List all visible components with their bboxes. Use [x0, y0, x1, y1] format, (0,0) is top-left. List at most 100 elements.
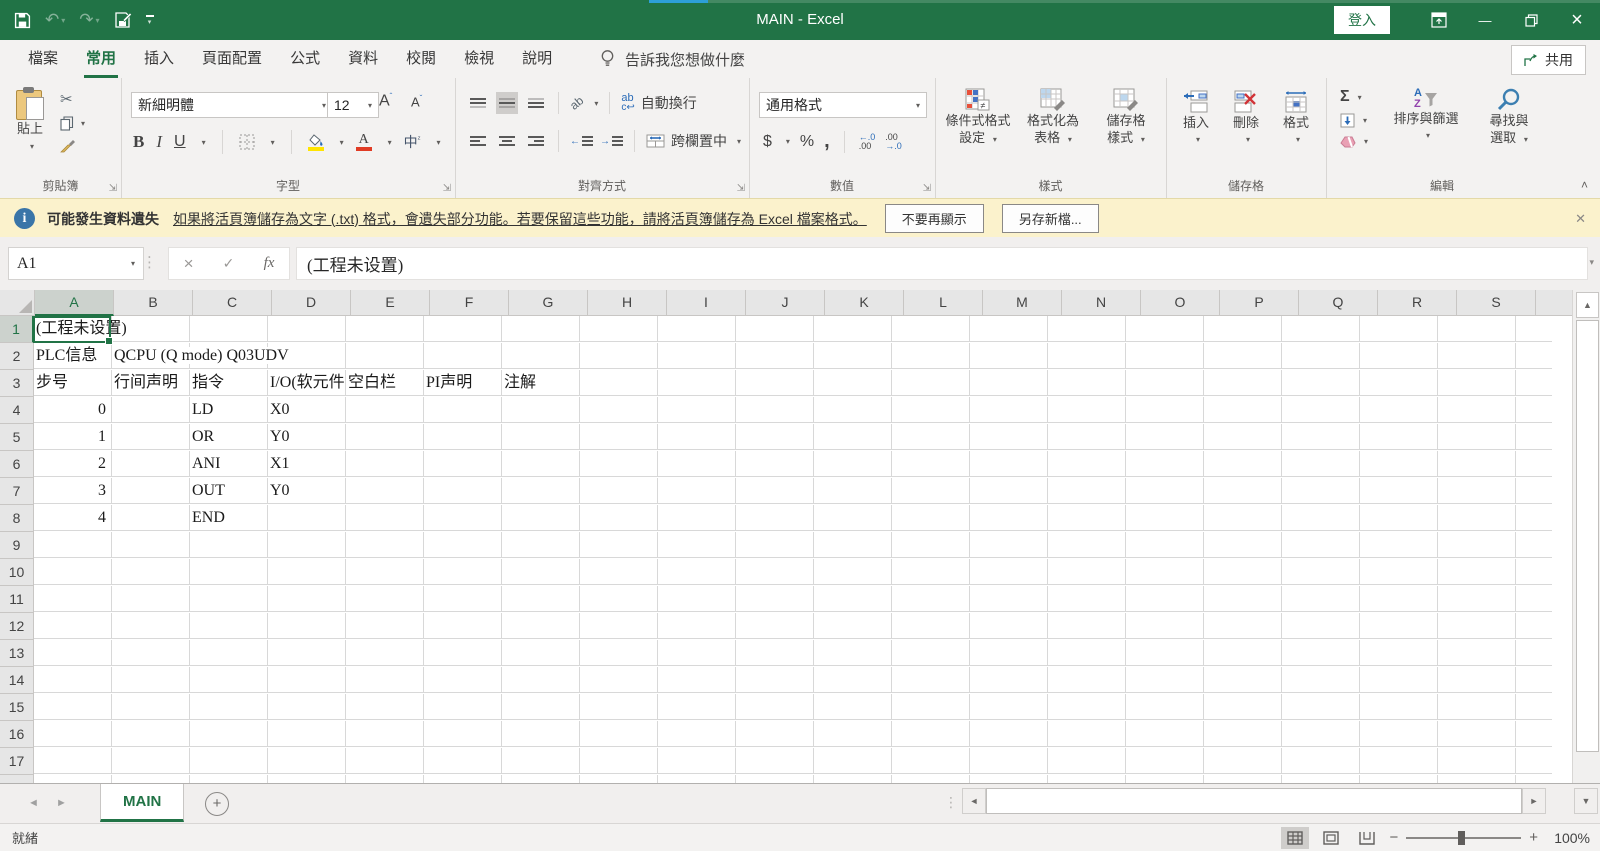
cell-I6[interactable]: [658, 451, 736, 477]
percent-style-icon[interactable]: %: [800, 133, 814, 151]
cell-F12[interactable]: [424, 613, 502, 639]
format-as-table-button[interactable]: 格式化為 表格 ▾: [1017, 88, 1089, 148]
tab-page-layout[interactable]: 頁面配置: [188, 40, 276, 78]
cell-H13[interactable]: [580, 640, 658, 666]
cell-I3[interactable]: [658, 370, 736, 396]
save-edit-icon[interactable]: [114, 11, 132, 29]
column-header-O[interactable]: O: [1141, 290, 1220, 316]
save-icon[interactable]: [14, 12, 31, 29]
tab-insert[interactable]: 插入: [130, 40, 188, 78]
cell-K2[interactable]: [814, 343, 892, 369]
cell-J6[interactable]: [736, 451, 814, 477]
cell-J11[interactable]: [736, 586, 814, 612]
cell-D18[interactable]: [268, 775, 346, 783]
cell-Q4[interactable]: [1282, 397, 1360, 423]
borders-dropdown[interactable]: ▾: [271, 138, 275, 147]
zoom-out-icon[interactable]: −: [1389, 829, 1398, 846]
column-header-R[interactable]: R: [1378, 290, 1457, 316]
insert-function-icon[interactable]: fx: [264, 255, 275, 272]
cell-C16[interactable]: [190, 721, 268, 747]
font-size-combo[interactable]: 12▾: [327, 92, 379, 118]
cell-Q6[interactable]: [1282, 451, 1360, 477]
cell-B12[interactable]: [112, 613, 190, 639]
cell-A1[interactable]: (工程未设置): [34, 316, 112, 342]
cell-M9[interactable]: [970, 532, 1048, 558]
cell-J2[interactable]: [736, 343, 814, 369]
column-header-D[interactable]: D: [272, 290, 351, 316]
cell-N1[interactable]: [1048, 316, 1126, 342]
cell-E13[interactable]: [346, 640, 424, 666]
cell-R18[interactable]: [1360, 775, 1438, 783]
cell-N11[interactable]: [1048, 586, 1126, 612]
cell-F17[interactable]: [424, 748, 502, 774]
conditional-formatting-button[interactable]: ≠ 條件式格式 設定 ▾: [941, 88, 1015, 148]
cell-K5[interactable]: [814, 424, 892, 450]
cell-K8[interactable]: [814, 505, 892, 531]
cell-R14[interactable]: [1360, 667, 1438, 693]
cell-F2[interactable]: [424, 343, 502, 369]
cell-Q3[interactable]: [1282, 370, 1360, 396]
cell-C8[interactable]: END: [190, 505, 268, 531]
cell-Q10[interactable]: [1282, 559, 1360, 585]
qat-customize-icon[interactable]: ▾: [146, 15, 154, 26]
row-header-1[interactable]: 1: [0, 316, 34, 343]
cell-N15[interactable]: [1048, 694, 1126, 720]
cell-P17[interactable]: [1204, 748, 1282, 774]
cell-partial-10[interactable]: [1516, 559, 1552, 585]
cell-M2[interactable]: [970, 343, 1048, 369]
align-right-icon[interactable]: [525, 130, 547, 152]
cell-H14[interactable]: [580, 667, 658, 693]
cell-B4[interactable]: [112, 397, 190, 423]
cell-A2[interactable]: PLC信息: [34, 343, 112, 369]
cell-H18[interactable]: [580, 775, 658, 783]
cell-N5[interactable]: [1048, 424, 1126, 450]
cell-Q5[interactable]: [1282, 424, 1360, 450]
sheet-nav-prev-icon[interactable]: ◄: [28, 797, 39, 809]
cell-E18[interactable]: [346, 775, 424, 783]
cell-J13[interactable]: [736, 640, 814, 666]
cell-M7[interactable]: [970, 478, 1048, 504]
sheet-nav-next-icon[interactable]: ►: [56, 797, 67, 809]
cell-K14[interactable]: [814, 667, 892, 693]
cell-N2[interactable]: [1048, 343, 1126, 369]
tab-formulas[interactable]: 公式: [276, 40, 334, 78]
cell-E1[interactable]: [346, 316, 424, 342]
cell-N18[interactable]: [1048, 775, 1126, 783]
cell-J8[interactable]: [736, 505, 814, 531]
cell-A7[interactable]: 3: [34, 478, 112, 504]
alignment-dialog-launcher[interactable]: ⇲: [737, 183, 745, 194]
row-header-15[interactable]: 15: [0, 694, 34, 721]
cell-I11[interactable]: [658, 586, 736, 612]
undo-icon[interactable]: ↶▾: [45, 10, 65, 30]
cell-F18[interactable]: [424, 775, 502, 783]
cell-L11[interactable]: [892, 586, 970, 612]
cell-I15[interactable]: [658, 694, 736, 720]
cell-D8[interactable]: [268, 505, 346, 531]
cell-P6[interactable]: [1204, 451, 1282, 477]
borders-icon[interactable]: [239, 134, 255, 150]
cell-partial-5[interactable]: [1516, 424, 1552, 450]
cell-B6[interactable]: [112, 451, 190, 477]
column-header-L[interactable]: L: [904, 290, 983, 316]
cell-I5[interactable]: [658, 424, 736, 450]
cell-B3[interactable]: 行间声明: [112, 370, 190, 396]
cell-R13[interactable]: [1360, 640, 1438, 666]
cell-L3[interactable]: [892, 370, 970, 396]
cell-G2[interactable]: [502, 343, 580, 369]
tell-me-box[interactable]: 告訴我您想做什麼: [600, 40, 745, 78]
cell-O6[interactable]: [1126, 451, 1204, 477]
copy-icon[interactable]: ▾: [60, 116, 85, 131]
cell-H3[interactable]: [580, 370, 658, 396]
cell-partial-2[interactable]: [1516, 343, 1552, 369]
cell-K10[interactable]: [814, 559, 892, 585]
cell-O11[interactable]: [1126, 586, 1204, 612]
cell-D17[interactable]: [268, 748, 346, 774]
cell-M6[interactable]: [970, 451, 1048, 477]
cell-G10[interactable]: [502, 559, 580, 585]
cell-G14[interactable]: [502, 667, 580, 693]
cell-N14[interactable]: [1048, 667, 1126, 693]
cell-G6[interactable]: [502, 451, 580, 477]
comma-style-icon[interactable]: ,: [824, 130, 830, 153]
cell-A4[interactable]: 0: [34, 397, 112, 423]
cell-L4[interactable]: [892, 397, 970, 423]
